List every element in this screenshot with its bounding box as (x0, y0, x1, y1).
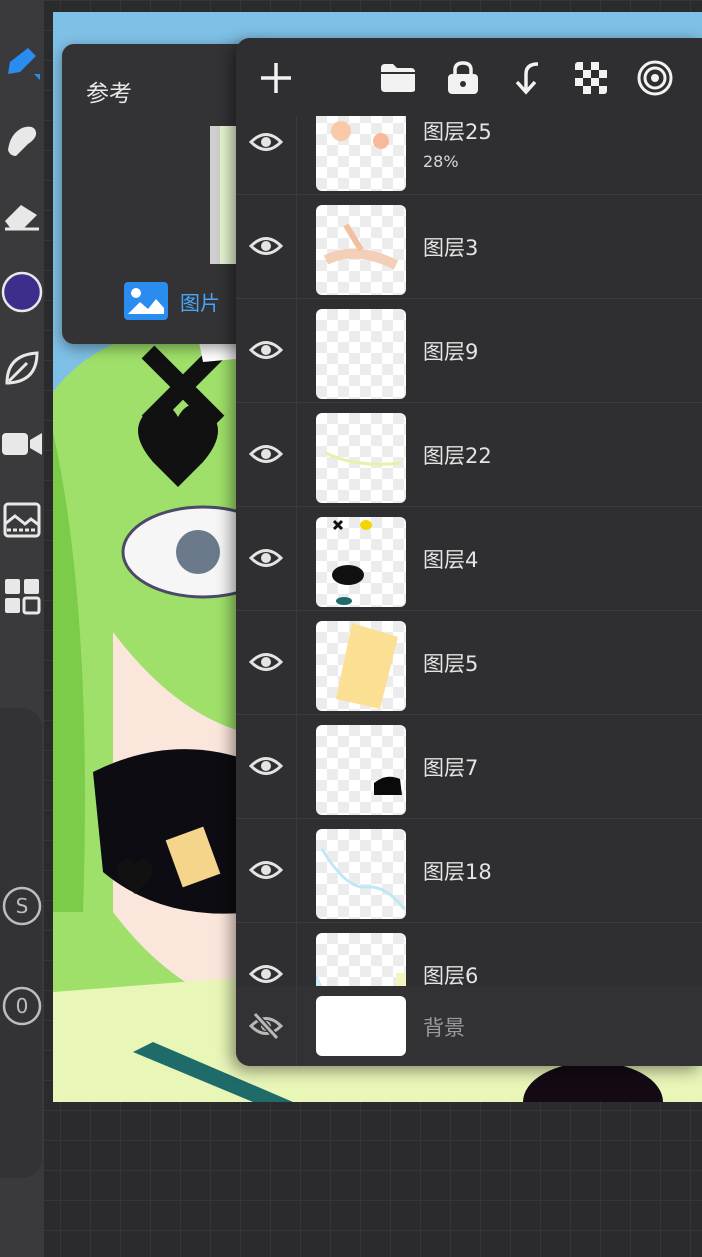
layer-row[interactable]: 图层5 (236, 610, 702, 715)
reference-layer-button[interactable] (635, 58, 675, 98)
visibility-toggle[interactable] (236, 402, 297, 506)
merge-down-icon (515, 62, 539, 95)
eraser-tool[interactable] (0, 196, 44, 236)
eye-icon (249, 965, 283, 983)
visibility-toggle[interactable] (236, 714, 297, 818)
visibility-toggle[interactable] (236, 986, 297, 1066)
left-toolbar: S 0 (0, 0, 44, 1257)
checker-icon (575, 62, 607, 94)
layer-name: 图层3 (423, 236, 479, 260)
target-icon (637, 60, 673, 96)
folder-icon (381, 64, 415, 92)
opacity-label: 0 (16, 994, 29, 1018)
layer-name: 图层22 (423, 444, 492, 468)
layer-name: 图层18 (423, 860, 492, 884)
visibility-toggle[interactable] (236, 116, 297, 194)
apps-tool[interactable] (0, 576, 44, 616)
layer-row[interactable]: 图层18 (236, 818, 702, 923)
eye-icon (249, 341, 283, 359)
layer-thumbnail (316, 309, 406, 399)
layer-opacity: 28% (423, 152, 459, 171)
record-tool[interactable] (0, 424, 44, 464)
lock-icon (448, 61, 478, 94)
add-layer-button[interactable] (256, 58, 296, 98)
smudge-tool[interactable] (0, 120, 44, 160)
eraser-icon (5, 205, 39, 231)
merge-down-button[interactable] (507, 58, 547, 98)
size-label: S (16, 894, 29, 918)
reference-title: 参考 (86, 81, 132, 107)
opacity-circle-icon: 0 (2, 986, 42, 1026)
eye-icon (249, 861, 283, 879)
leaf-icon (5, 351, 39, 385)
visibility-toggle[interactable] (236, 298, 297, 402)
brush-tool[interactable] (0, 42, 44, 82)
video-camera-icon (2, 433, 42, 455)
layer-thumbnail (316, 517, 406, 607)
layer-thumbnail (316, 996, 406, 1056)
layers-toolbar (236, 38, 702, 116)
layer-name: 背景 (423, 1016, 465, 1040)
image-icon (124, 282, 168, 320)
eye-icon (249, 757, 283, 775)
layer-thumbnail (316, 621, 406, 711)
layers-panel: 图层25 28% 图层3 图层9 图层22 图层4 图层5 图层7 图层18 图… (236, 38, 702, 1066)
layer-row[interactable]: 图层9 (236, 298, 702, 403)
layer-thumbnail (316, 413, 406, 503)
layer-thumbnail (316, 116, 406, 191)
blend-tool[interactable] (0, 348, 44, 388)
color-swatch-icon (1, 271, 43, 313)
eye-icon (249, 445, 283, 463)
reference-tab-label: 图片 (180, 290, 220, 315)
visibility-toggle[interactable] (236, 610, 297, 714)
layer-row[interactable]: 图层7 (236, 714, 702, 819)
eye-icon (249, 237, 283, 255)
layer-name: 图层7 (423, 756, 479, 780)
layer-thumbnail (316, 829, 406, 919)
grid-apps-icon (5, 579, 41, 615)
add-icon (261, 63, 291, 93)
color-picker[interactable] (0, 270, 44, 314)
layer-row[interactable]: 图层22 (236, 402, 702, 507)
layer-row[interactable]: 图层25 28% (236, 116, 702, 195)
eye-icon (249, 133, 283, 151)
background-layer-row[interactable]: 背景 (236, 986, 702, 1066)
eye-icon (249, 549, 283, 567)
pen-icon (8, 48, 40, 80)
transparency-lock-button[interactable] (571, 58, 611, 98)
size-opacity-slider[interactable] (0, 708, 42, 1178)
layer-name: 图层4 (423, 548, 479, 572)
layer-row[interactable]: 图层3 (236, 194, 702, 299)
image-gallery-icon (3, 502, 41, 538)
visibility-toggle[interactable] (236, 818, 297, 922)
visibility-toggle[interactable] (236, 194, 297, 298)
layer-row[interactable]: 图层4 (236, 506, 702, 611)
size-circle-icon: S (2, 886, 42, 926)
eye-hidden-icon (249, 1012, 283, 1040)
layer-name: 图层9 (423, 340, 479, 364)
layer-list[interactable]: 图层25 28% 图层3 图层9 图层22 图层4 图层5 图层7 图层18 图… (236, 116, 702, 1024)
layer-thumbnail (316, 725, 406, 815)
layer-name: 图层5 (423, 652, 479, 676)
reference-image-tab[interactable]: 图片 (124, 282, 220, 320)
layer-name: 图层25 (423, 120, 492, 144)
size-indicator[interactable]: S (0, 884, 44, 928)
eye-icon (249, 653, 283, 671)
opacity-indicator[interactable]: 0 (0, 984, 44, 1028)
group-folder-button[interactable] (378, 58, 418, 98)
layer-thumbnail (316, 205, 406, 295)
visibility-toggle[interactable] (236, 506, 297, 610)
lock-layer-button[interactable] (443, 58, 483, 98)
gallery-tool[interactable] (0, 500, 44, 540)
smudge-icon (8, 126, 37, 156)
